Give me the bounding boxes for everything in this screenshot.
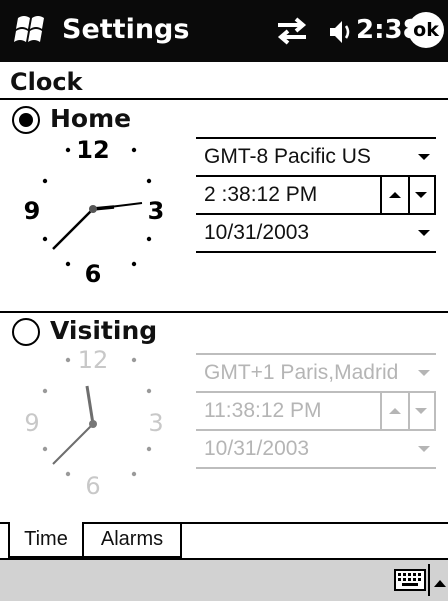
visiting-timezone-value: GMT+1 Paris,Madrid: [204, 361, 399, 384]
home-date-dropdown[interactable]: 10/31/2003: [196, 215, 436, 253]
chevron-down-icon: [418, 444, 430, 454]
clock-center: [89, 205, 97, 213]
spin-up-button: [382, 393, 410, 429]
keyboard-icon[interactable]: [394, 569, 426, 591]
home-time-field[interactable]: 2 :38:12 PM: [196, 175, 436, 215]
clock-center: [89, 420, 97, 428]
visiting-date-value: 10/31/2003: [204, 437, 310, 460]
chevron-down-icon[interactable]: [418, 228, 430, 238]
home-analog-clock: 12 3 6 9: [24, 136, 165, 288]
volume-icon[interactable]: [326, 17, 354, 47]
clock-numeral-9: 9: [24, 197, 41, 225]
section-divider: [0, 311, 448, 313]
visiting-timezone-dropdown: GMT+1 Paris,Madrid: [196, 355, 436, 393]
hour-hand: [85, 385, 95, 425]
tab-strip-spacer: [0, 522, 8, 558]
home-radio[interactable]: [12, 106, 40, 134]
input-panel-separator: [428, 564, 430, 596]
visiting-radio[interactable]: [12, 318, 40, 346]
command-bar: [0, 558, 448, 601]
clock-numeral-6: 6: [85, 472, 100, 500]
spin-down-button: [408, 393, 434, 429]
minute-hand: [52, 423, 94, 465]
connectivity-icon[interactable]: [272, 16, 312, 46]
radio-selected-dot: [19, 113, 33, 127]
clock-numeral-12: 12: [76, 136, 109, 164]
tab-alarms[interactable]: Alarms: [84, 522, 182, 558]
visiting-date-dropdown: 10/31/2003: [196, 431, 436, 469]
app-title: Settings: [62, 14, 190, 45]
visiting-analog-clock: 12 3 6 9: [24, 346, 163, 500]
clock-numeral-3: 3: [148, 197, 165, 225]
spin-up-button[interactable]: [382, 177, 410, 213]
page-title: Clock: [10, 68, 83, 96]
visiting-label[interactable]: Visiting: [50, 316, 157, 345]
clock-numeral-6: 6: [85, 260, 102, 288]
home-time-spinner[interactable]: [380, 175, 436, 213]
home-time-value[interactable]: 2 :38:12 PM: [204, 183, 317, 207]
visiting-time-field: 11:38:12 PM: [196, 391, 436, 431]
windows-start-icon[interactable]: [8, 8, 54, 54]
tab-time[interactable]: Time: [8, 522, 84, 558]
clock-numeral-12: 12: [78, 346, 109, 374]
minute-hand: [52, 208, 94, 250]
chevron-down-icon[interactable]: [418, 152, 430, 162]
chevron-down-icon: [418, 368, 430, 378]
clock-numeral-9: 9: [24, 409, 39, 437]
home-date-value: 10/31/2003: [204, 221, 310, 244]
ok-button[interactable]: ok: [408, 12, 444, 48]
header-divider: [0, 98, 448, 100]
visiting-time-value: 11:38:12 PM: [204, 399, 322, 422]
home-timezone-value: GMT-8 Pacific US: [204, 145, 371, 168]
second-hand: [92, 202, 143, 210]
title-bar: Settings 2:38 ok: [0, 0, 448, 62]
home-label[interactable]: Home: [50, 104, 131, 133]
home-timezone-dropdown[interactable]: GMT-8 Pacific US: [196, 139, 436, 177]
visiting-time-spinner: [380, 391, 436, 429]
chevron-up-icon[interactable]: [434, 574, 446, 587]
spin-down-button[interactable]: [408, 177, 434, 213]
clock-numeral-3: 3: [148, 409, 163, 437]
